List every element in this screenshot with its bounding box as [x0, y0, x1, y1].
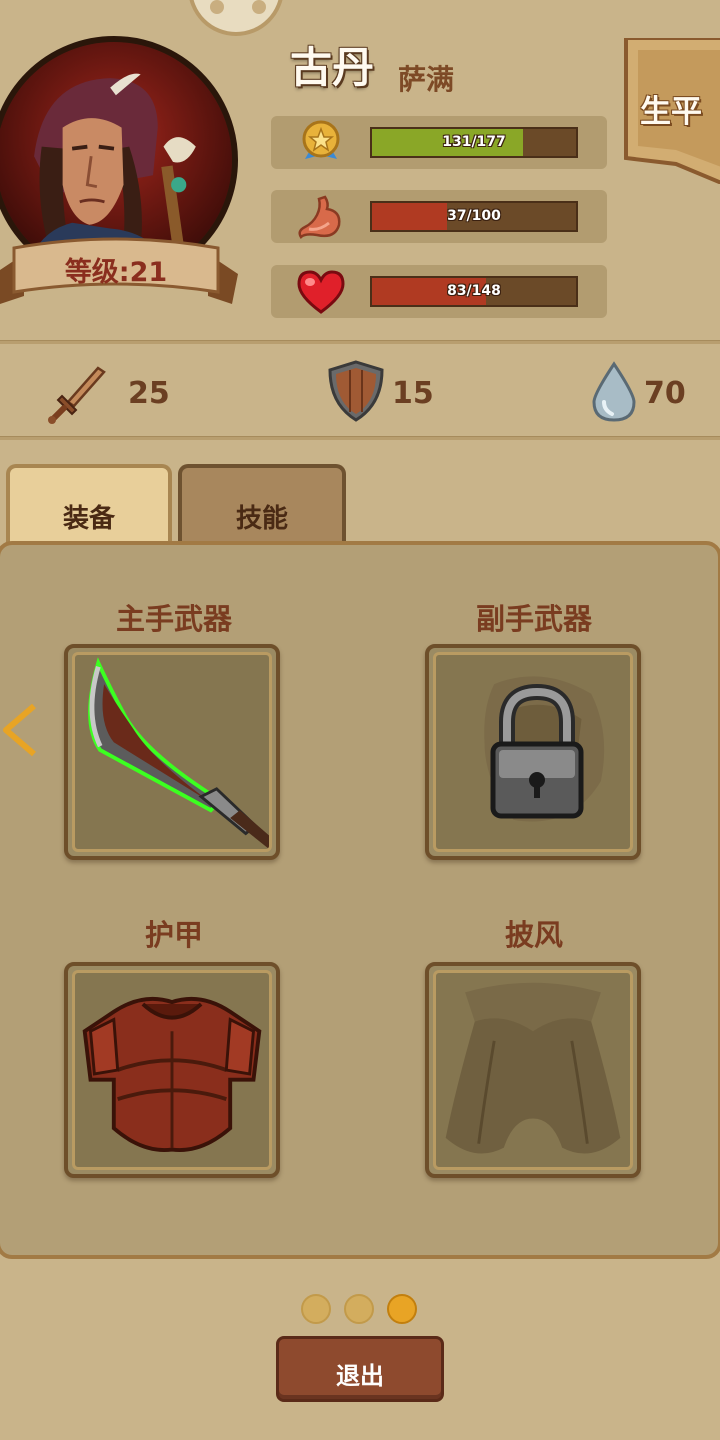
mana-value: 70 — [644, 376, 686, 411]
heart-icon — [297, 270, 345, 314]
character-name: 古丹 — [290, 43, 375, 92]
water-drop-icon — [592, 361, 636, 422]
tab-equipment[interactable]: 装备 — [6, 464, 172, 550]
experience-bar: 131/177 — [370, 127, 578, 158]
off-hand-slot[interactable] — [425, 644, 641, 860]
page-dot-2[interactable] — [344, 1294, 374, 1324]
attack-value: 25 — [128, 376, 170, 411]
biography-label: 生平 — [640, 94, 702, 130]
divider-top — [0, 340, 720, 344]
main-weapon-label: 主手武器 — [115, 602, 232, 636]
health-value: 83/148 — [447, 283, 501, 299]
character-class: 萨满 — [398, 63, 455, 96]
page-dot-3[interactable] — [387, 1294, 417, 1324]
armor-slot[interactable] — [64, 962, 280, 1178]
hunger-value: 37/100 — [447, 208, 501, 224]
defense-value: 15 — [392, 376, 434, 411]
medal-icon — [302, 120, 340, 159]
armor-label: 护甲 — [144, 918, 203, 952]
cloak-slot[interactable] — [425, 962, 641, 1178]
tab-skills[interactable]: 技能 — [178, 464, 346, 550]
leather-armor-icon — [82, 996, 262, 1152]
exit-button[interactable]: 退出 — [276, 1336, 444, 1402]
chevron-left-icon[interactable] — [0, 700, 40, 760]
off-hand-label: 副手武器 — [475, 602, 592, 636]
sword-icon — [48, 366, 106, 424]
main-weapon-slot[interactable] — [64, 644, 280, 860]
hunger-bar: 37/100 — [370, 201, 578, 232]
level-banner: 等级:21 — [0, 234, 238, 308]
level-label: 等级:21 — [64, 257, 168, 288]
padlock-icon — [490, 683, 584, 819]
experience-value: 131/177 — [442, 134, 506, 150]
curved-blade-icon — [88, 657, 269, 849]
hunger-row: 37/100 — [271, 190, 607, 243]
cloak-label: 披风 — [504, 918, 563, 952]
divider-bottom — [0, 436, 720, 440]
companion-avatar-peek — [188, 0, 284, 36]
page-dot-1[interactable] — [301, 1294, 331, 1324]
experience-row: 131/177 — [271, 116, 607, 169]
health-row: 83/148 — [271, 265, 607, 318]
health-bar: 83/148 — [370, 276, 578, 307]
stomach-icon — [298, 195, 341, 239]
biography-button[interactable]: 生平 — [624, 38, 720, 184]
cloak-silhouette-icon — [445, 982, 621, 1154]
shield-icon — [328, 360, 384, 422]
